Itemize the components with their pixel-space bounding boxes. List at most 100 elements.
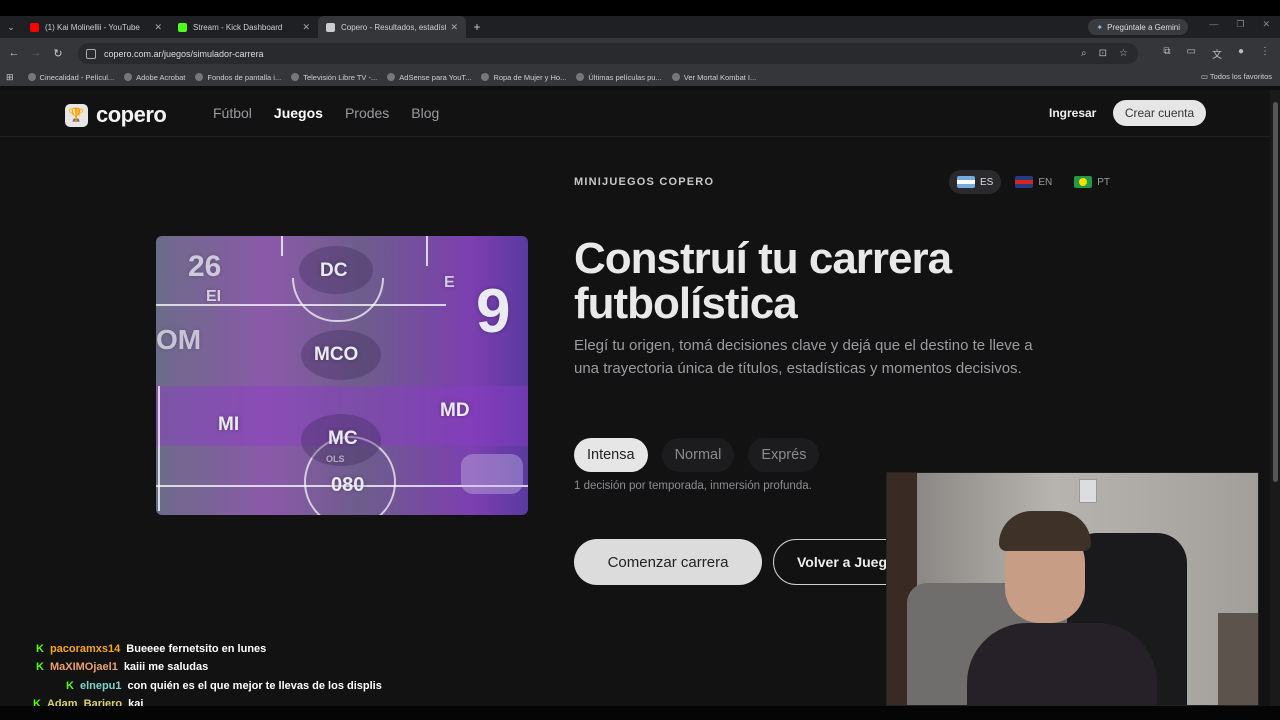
bookmark-label: Adobe Acrobat	[136, 72, 186, 82]
zoom-icon[interactable]: ⌕	[1081, 48, 1087, 59]
menu-kebab-icon[interactable]: ⋮	[1260, 46, 1270, 61]
lang-en[interactable]: EN	[1007, 170, 1060, 194]
login-link[interactable]: Ingresar	[1049, 106, 1096, 120]
bookmark-favicon-icon	[124, 73, 133, 81]
cam-person-hair	[999, 511, 1091, 551]
section-eyebrow: MINIJUEGOS COPERO	[574, 176, 715, 188]
bookmark-favicon-icon	[481, 73, 490, 81]
all-bookmarks-label: Todos los favoritos	[1209, 72, 1272, 81]
bookmark-favicon-icon	[195, 73, 204, 81]
score-080: 080	[331, 474, 365, 496]
gemini-button[interactable]: ✦ Pregúntale a Gemini	[1088, 19, 1188, 35]
screen-bottom-edge	[0, 706, 1280, 720]
bookmark-item[interactable]: Últimas películas pu...	[576, 73, 662, 82]
pitch-line	[426, 236, 428, 266]
position-om: OM	[156, 324, 202, 355]
start-career-button[interactable]: Comenzar carrera	[574, 539, 762, 585]
mode-intensa[interactable]: Intensa	[574, 438, 648, 472]
mode-selector: Intensa Normal Exprés	[574, 438, 820, 472]
close-icon[interactable]: ✕	[154, 22, 162, 33]
position-ei: EI	[206, 288, 222, 305]
lang-code: ES	[980, 176, 994, 188]
bookmark-item[interactable]: Fondos de pantalla i...	[195, 73, 281, 82]
back-arrow-icon[interactable]: ←	[3, 47, 25, 59]
tab-youtube[interactable]: (1) Kai Molinellii - YouTube ✕	[22, 16, 170, 38]
extensions-icon[interactable]: ⧉	[1163, 46, 1170, 61]
copero-icon	[326, 22, 335, 32]
main-nav: Fútbol Juegos Prodes Blog	[213, 105, 439, 121]
chat-text: Bueeee fernetsito en lunes	[126, 643, 267, 655]
chat-text: kaiii me saludas	[123, 661, 209, 673]
chat-message: K elnepu1 con quién es el que mejor te l…	[66, 680, 382, 692]
bookmark-favicon-icon	[387, 73, 396, 81]
apps-grid-icon[interactable]: ⊞	[6, 72, 14, 83]
translate-icon[interactable]: 文	[1212, 46, 1222, 61]
page-description: Elegí tu origen, tomá decisiones clave y…	[574, 337, 1033, 377]
all-bookmarks[interactable]: ▭ Todos los favoritos	[1201, 72, 1272, 81]
page-title: Construí tu carrera futbolística	[574, 234, 952, 328]
mode-expres[interactable]: Exprés	[748, 438, 820, 472]
restore-icon[interactable]: ❐	[1236, 19, 1244, 30]
bookmark-item[interactable]: Televisión Libre TV -...	[291, 73, 377, 82]
forward-arrow-icon[interactable]: →	[25, 47, 47, 59]
nav-futbol[interactable]: Fútbol	[213, 105, 252, 121]
nav-juegos[interactable]: Juegos	[274, 105, 323, 121]
kick-icon: K	[36, 661, 44, 673]
lang-code: PT	[1097, 176, 1111, 188]
bookmark-item[interactable]: Ropa de Mujer y Ho...	[481, 73, 566, 82]
tab-title: Copero - Resultados, estadístic	[341, 22, 447, 32]
jersey-number-9: 9	[476, 277, 511, 346]
new-tab-button[interactable]: +	[466, 20, 488, 34]
address-bar[interactable]: copero.com.ar/juegos/simulador-carrera ⌕…	[78, 43, 1138, 64]
label-ols: OLS	[326, 454, 345, 464]
site-header: 🏆 copero Fútbol Juegos Prodes Blog Ingre…	[0, 90, 1270, 137]
window-top-edge	[0, 0, 1280, 16]
tab-copero[interactable]: Copero - Resultados, estadístic ✕	[318, 16, 466, 38]
uk-flag-icon	[1015, 176, 1034, 188]
bookmark-label: Ver Mortal Kombat I...	[683, 72, 757, 82]
chat-message: K pacoramxs14 Bueeee fernetsito en lunes	[36, 643, 266, 655]
page-scrollbar[interactable]	[1270, 90, 1280, 720]
bookmark-item[interactable]: Cinecalidad - Películ...	[27, 73, 114, 82]
position-mco: MCO	[314, 344, 359, 365]
gemini-icon: ✦	[1096, 22, 1104, 32]
profile-avatar-icon[interactable]: ●	[1238, 46, 1244, 61]
window-close-icon[interactable]: ✕	[1262, 19, 1270, 30]
bookmark-label: Televisión Libre TV -...	[303, 72, 378, 82]
bookmark-favicon-icon	[671, 73, 680, 81]
signup-button[interactable]: Crear cuenta	[1113, 100, 1206, 126]
chat-message: K MaXIMOjael1 kaiii me saludas	[36, 661, 208, 673]
tab-search-chevron-icon[interactable]: ⌄	[0, 16, 22, 38]
chat-username: pacoramxs14	[49, 643, 121, 655]
browser-toolbar: ← → ↻ copero.com.ar/juegos/simulador-car…	[0, 38, 1280, 68]
install-app-icon[interactable]: ⊡	[1099, 48, 1107, 59]
reload-icon[interactable]: ↻	[47, 47, 69, 60]
scrollbar-thumb[interactable]	[1273, 102, 1278, 482]
position-dc: DC	[320, 260, 348, 281]
bookmark-item[interactable]: Adobe Acrobat	[124, 73, 185, 82]
minimize-icon[interactable]: —	[1209, 19, 1218, 30]
youtube-icon	[30, 22, 39, 32]
url-text: copero.com.ar/juegos/simulador-carrera	[104, 48, 264, 59]
close-icon[interactable]: ✕	[302, 22, 310, 33]
close-icon[interactable]: ✕	[450, 22, 458, 33]
bookmark-item[interactable]: Ver Mortal Kombat I...	[671, 72, 757, 82]
kick-icon	[178, 22, 187, 32]
lang-pt[interactable]: PT	[1066, 170, 1118, 194]
cast-icon[interactable]: ▭	[1187, 46, 1196, 61]
tab-kick[interactable]: Stream - Kick Dashboard ✕	[170, 16, 318, 38]
bookmark-star-icon[interactable]: ☆	[1119, 48, 1128, 59]
nav-blog[interactable]: Blog	[411, 105, 439, 121]
mode-normal[interactable]: Normal	[661, 438, 735, 472]
site-info-icon[interactable]	[86, 48, 96, 59]
gemini-label: Pregúntale a Gemini	[1107, 22, 1180, 32]
tab-strip: ⌄ (1) Kai Molinellii - YouTube ✕ Stream …	[0, 16, 1280, 38]
site-logo[interactable]: 🏆 copero	[65, 102, 167, 128]
bookmark-item[interactable]: AdSense para YouT...	[387, 73, 471, 82]
position-e: E	[444, 274, 455, 291]
mode-hint: 1 decisión por temporada, inmersión prof…	[574, 480, 812, 492]
nav-prodes[interactable]: Prodes	[345, 105, 389, 121]
toolbar-right: ⧉ ▭ 文 ● ⋮	[1163, 46, 1270, 61]
lang-es[interactable]: ES	[949, 170, 1002, 194]
tab-title: Stream - Kick Dashboard	[193, 22, 283, 32]
